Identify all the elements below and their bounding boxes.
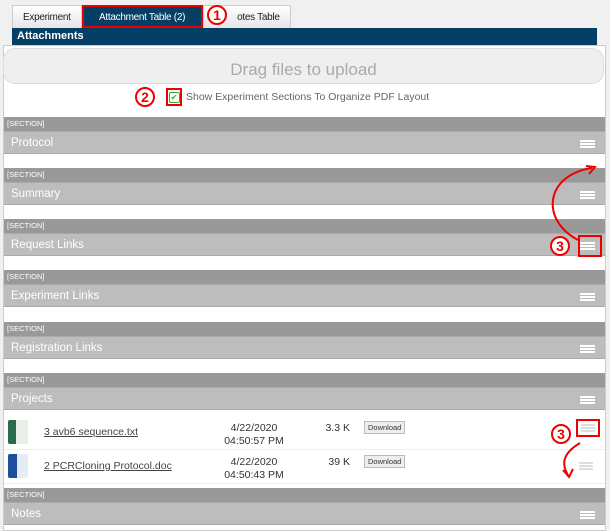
drag-handle-icon[interactable] — [580, 345, 595, 353]
section-tag: [SECTION] — [4, 373, 605, 387]
file-date: 4/22/2020 04:50:57 PM — [224, 422, 284, 447]
section-protocol: [SECTION] Protocol — [4, 117, 605, 154]
section-tag: [SECTION] — [4, 488, 605, 502]
section-tag: [SECTION] — [4, 270, 605, 284]
word-file-icon — [8, 454, 28, 478]
section-projects: [SECTION] Projects — [4, 373, 605, 410]
drag-handle-icon[interactable] — [580, 396, 595, 404]
download-button[interactable]: Download — [364, 455, 406, 468]
annotation-highlight — [578, 235, 602, 257]
section-title: Experiment Links — [4, 284, 605, 307]
download-button[interactable]: Download — [364, 421, 406, 434]
section-request-links: [SECTION] Request Links — [4, 219, 605, 256]
section-title: Protocol — [4, 131, 605, 154]
section-tag: [SECTION] — [4, 219, 605, 233]
annotation-number: 1 — [207, 5, 227, 25]
section-notes: [SECTION] Notes — [4, 488, 605, 525]
section-tag: [SECTION] — [4, 117, 605, 131]
section-summary: [SECTION] Summary — [4, 168, 605, 205]
file-row: 3 avb6 sequence.txt 4/22/2020 04:50:57 PM… — [4, 416, 605, 450]
section-registration-links: [SECTION] Registration Links — [4, 322, 605, 359]
section-tag: [SECTION] — [4, 322, 605, 336]
show-sections-label: Show Experiment Sections To Organize PDF… — [186, 91, 430, 103]
file-row: 2 PCRCloning Protocol.doc 4/22/2020 04:50… — [4, 450, 605, 484]
attachments-header: Attachments — [12, 28, 597, 45]
file-drop-zone[interactable]: Drag files to upload — [3, 48, 604, 84]
check-icon: ✔ — [168, 91, 180, 103]
drag-handle-icon[interactable] — [580, 191, 595, 199]
tab-experiment[interactable]: Experiment — [12, 5, 82, 28]
file-link[interactable]: 3 avb6 sequence.txt — [44, 426, 138, 438]
text-file-icon — [8, 420, 28, 444]
file-link[interactable]: 2 PCRCloning Protocol.doc — [44, 460, 172, 472]
section-title: Notes — [4, 502, 605, 525]
section-title: Registration Links — [4, 336, 605, 359]
drag-handle-icon[interactable] — [580, 293, 595, 301]
file-size: 3.3 K — [325, 422, 350, 434]
drag-handle-icon[interactable] — [580, 140, 595, 148]
drag-handle-icon[interactable] — [576, 419, 600, 437]
section-experiment-links: [SECTION] Experiment Links — [4, 270, 605, 307]
section-title: Projects — [4, 387, 605, 410]
tab-attachment-table[interactable]: Attachment Table (2) — [81, 5, 203, 28]
drag-handle-icon[interactable] — [579, 462, 593, 470]
annotation-number: 2 — [135, 87, 155, 107]
show-sections-checkbox[interactable]: ✔ — [166, 88, 182, 106]
show-sections-option[interactable]: ✔ Show Experiment Sections To Organize P… — [166, 88, 429, 106]
file-date: 4/22/2020 04:50:43 PM — [224, 456, 284, 481]
annotation-number: 3 — [550, 236, 570, 256]
section-tag: [SECTION] — [4, 168, 605, 182]
section-title: Request Links — [4, 233, 605, 256]
annotation-number: 3 — [551, 424, 571, 444]
section-title: Summary — [4, 182, 605, 205]
file-size: 39 K — [328, 456, 350, 468]
drag-handle-icon[interactable] — [580, 511, 595, 519]
tab-bar: Experiment Attachment Table (2) otes Tab… — [12, 5, 291, 28]
